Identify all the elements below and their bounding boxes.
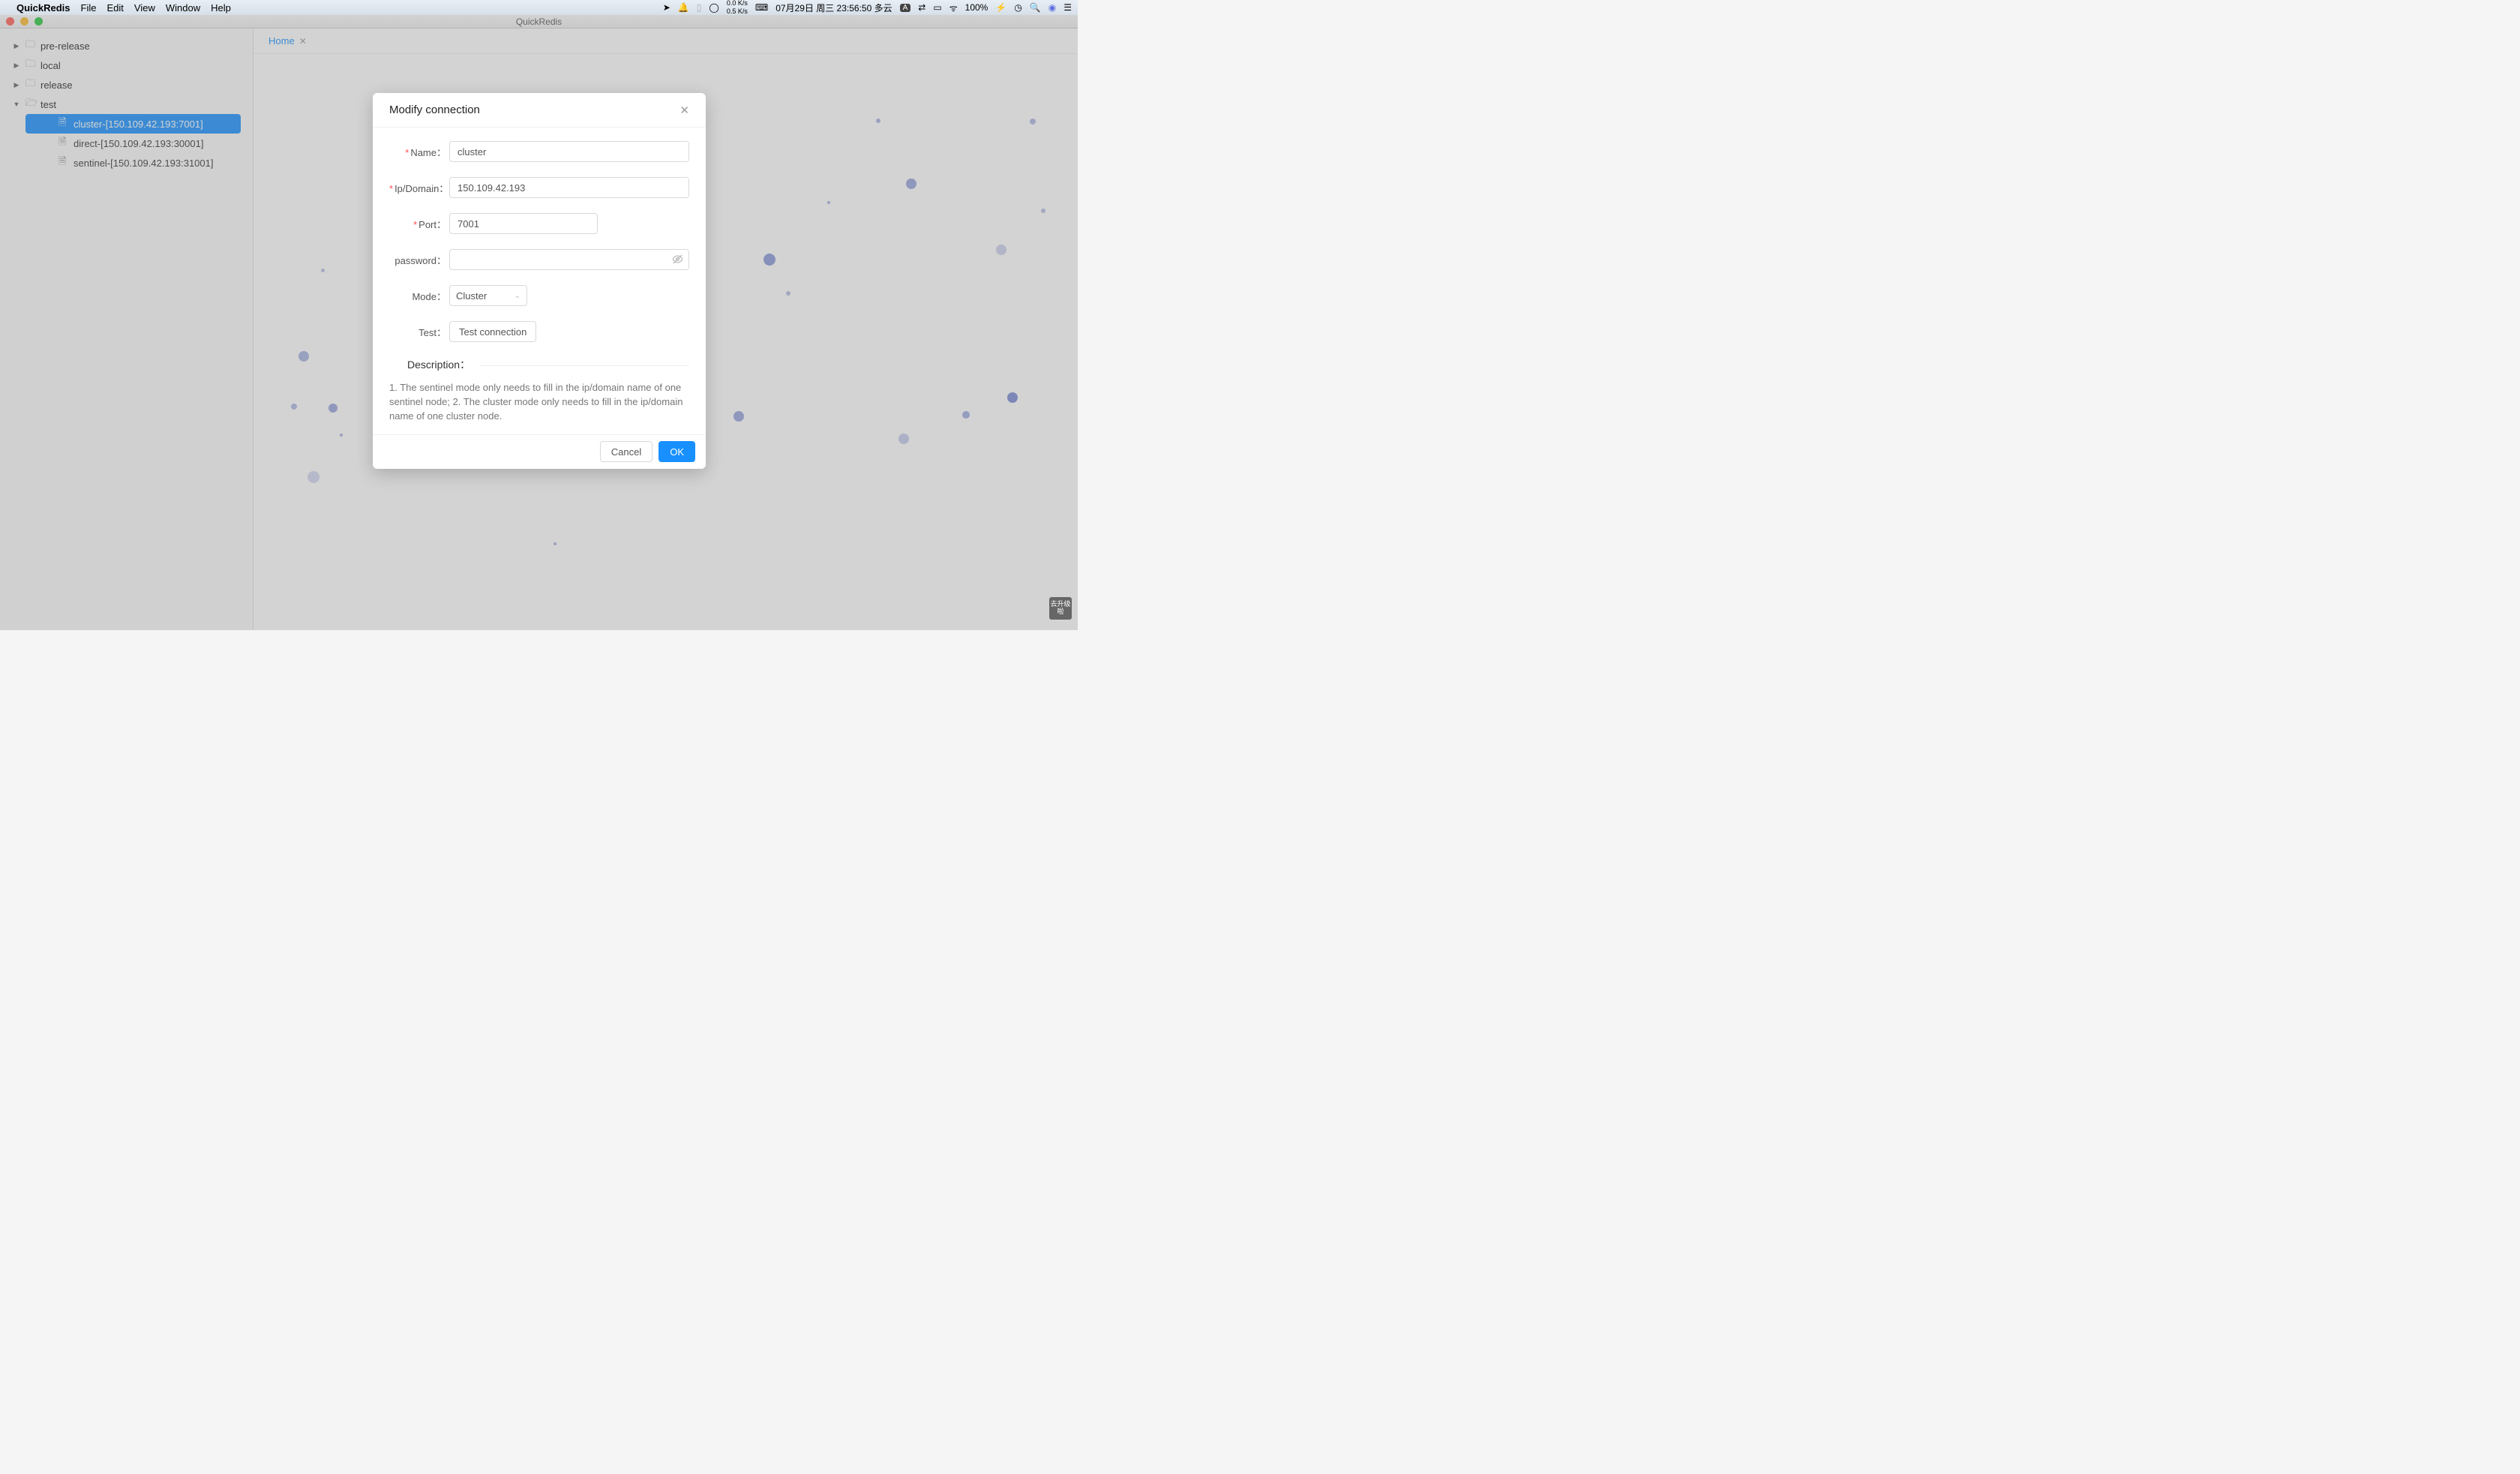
menu-view[interactable]: View bbox=[134, 2, 155, 14]
bluetooth-icon[interactable]: ⇄ bbox=[918, 2, 926, 13]
chevron-down-icon: ⌄ bbox=[514, 292, 520, 300]
bell-icon[interactable]: 🔔 bbox=[678, 2, 689, 13]
port-label: *Port： bbox=[389, 217, 449, 231]
eye-slash-icon[interactable] bbox=[672, 254, 683, 267]
test-label: Test： bbox=[389, 325, 449, 339]
file-icon: 🗎 bbox=[58, 155, 69, 171]
folder-open-icon: 🗁 bbox=[26, 96, 36, 113]
tray-icon-2[interactable]: ◯ bbox=[709, 2, 718, 13]
tab-home[interactable]: Home ✕ bbox=[264, 35, 311, 47]
folder-icon: 🗀 bbox=[26, 77, 36, 93]
password-input[interactable] bbox=[449, 249, 689, 270]
file-icon: 🗎 bbox=[58, 116, 69, 132]
menubar-app-name[interactable]: QuickRedis bbox=[16, 2, 70, 14]
tree-label: release bbox=[40, 80, 73, 91]
tree-node-test[interactable]: ▼ 🗁 test bbox=[12, 95, 241, 114]
menu-help[interactable]: Help bbox=[211, 2, 231, 14]
tabs-bar: Home ✕ bbox=[254, 29, 1078, 54]
window-chrome: QuickRedis bbox=[0, 15, 1078, 29]
net-up: 0.0 K/s bbox=[727, 0, 748, 7]
traffic-close[interactable] bbox=[6, 17, 14, 26]
tree-leaf-label: sentinel-[150.109.42.193:31001] bbox=[74, 158, 214, 169]
menu-file[interactable]: File bbox=[81, 2, 97, 14]
mode-label: Mode： bbox=[389, 289, 449, 303]
mode-select[interactable]: Cluster ⌄ bbox=[449, 285, 527, 306]
description-heading: Description： bbox=[407, 357, 689, 372]
battery-tray-icon[interactable]: ▭ bbox=[933, 2, 941, 13]
mode-value: Cluster bbox=[456, 290, 487, 302]
net-speed: 0.0 K/s 0.5 K/s bbox=[727, 0, 748, 15]
test-connection-button[interactable]: Test connection bbox=[449, 321, 536, 342]
folder-icon: 🗀 bbox=[26, 38, 36, 54]
net-down: 0.5 K/s bbox=[727, 8, 748, 15]
siri-icon[interactable]: ◉ bbox=[1048, 2, 1056, 13]
modal-close-icon[interactable]: ✕ bbox=[680, 104, 689, 117]
tree-label: local bbox=[40, 60, 61, 71]
caret-icon: ▶ bbox=[12, 81, 21, 89]
mac-menubar: QuickRedis File Edit View Window Help ➤ … bbox=[0, 0, 1078, 15]
sidebar: ▶ 🗀 pre-release ▶ 🗀 local ▶ 🗀 release ▼ … bbox=[0, 29, 254, 630]
modify-connection-modal: Modify connection ✕ *Name： *Ip/Domain： *… bbox=[373, 93, 706, 469]
tree-leaf-direct[interactable]: 🗎 direct-[150.109.42.193:30001] bbox=[36, 134, 241, 153]
tree-node-local[interactable]: ▶ 🗀 local bbox=[12, 56, 241, 75]
tree-leaf-sentinel[interactable]: 🗎 sentinel-[150.109.42.193:31001] bbox=[36, 153, 241, 173]
ip-input[interactable] bbox=[449, 177, 689, 198]
charging-icon: ⚡ bbox=[995, 2, 1006, 13]
password-label: password： bbox=[389, 253, 449, 267]
folder-icon: 🗀 bbox=[26, 57, 36, 74]
tree-leaf-label: direct-[150.109.42.193:30001] bbox=[74, 138, 203, 149]
tab-label: Home bbox=[268, 35, 295, 47]
caret-icon: ▶ bbox=[12, 42, 21, 50]
wifi-icon[interactable]: ᯤ bbox=[950, 2, 958, 14]
input-source-badge[interactable]: A bbox=[900, 4, 911, 12]
tab-close-icon[interactable]: ✕ bbox=[299, 36, 307, 47]
cancel-button[interactable]: Cancel bbox=[600, 441, 652, 462]
tree-label: test bbox=[40, 99, 56, 110]
tree-node-pre-release[interactable]: ▶ 🗀 pre-release bbox=[12, 36, 241, 56]
modal-title: Modify connection bbox=[389, 104, 480, 116]
tree-leaf-label: cluster-[150.109.42.193:7001] bbox=[74, 119, 203, 130]
name-label: *Name： bbox=[389, 145, 449, 159]
date-time[interactable]: 07月29日 周三 23:56:50 多云 bbox=[776, 2, 892, 14]
traffic-lights bbox=[6, 17, 43, 26]
connection-tree: ▶ 🗀 pre-release ▶ 🗀 local ▶ 🗀 release ▼ … bbox=[0, 36, 253, 173]
ok-button[interactable]: OK bbox=[658, 441, 695, 462]
file-icon: 🗎 bbox=[58, 135, 69, 152]
upgrade-badge[interactable]: 去升级啦 bbox=[1049, 597, 1072, 620]
caret-icon: ▶ bbox=[12, 62, 21, 70]
tray-icon-1[interactable]: ➤ bbox=[663, 2, 670, 13]
traffic-minimize[interactable] bbox=[20, 17, 28, 26]
search-icon[interactable]: 🔍 bbox=[1030, 2, 1041, 13]
clock-icon[interactable]: ◷ bbox=[1014, 2, 1022, 13]
battery-percent: 100% bbox=[965, 2, 988, 13]
window-title: QuickRedis bbox=[516, 17, 562, 27]
name-input[interactable] bbox=[449, 141, 689, 162]
control-center-icon[interactable]: ☰ bbox=[1064, 2, 1072, 13]
traffic-maximize[interactable] bbox=[34, 17, 43, 26]
menu-window[interactable]: Window bbox=[166, 2, 200, 14]
tree-node-release[interactable]: ▶ 🗀 release bbox=[12, 75, 241, 95]
ip-label: *Ip/Domain： bbox=[389, 181, 449, 195]
description-text: 1. The sentinel mode only needs to fill … bbox=[389, 381, 689, 431]
caret-down-icon: ▼ bbox=[12, 101, 21, 108]
tree-label: pre-release bbox=[40, 41, 90, 52]
battery-icon-small[interactable]: ▯ bbox=[697, 2, 702, 13]
keyboard-icon[interactable]: ⌨ bbox=[755, 2, 768, 13]
tree-leaf-cluster[interactable]: 🗎 cluster-[150.109.42.193:7001] bbox=[26, 114, 241, 134]
menu-edit[interactable]: Edit bbox=[106, 2, 123, 14]
port-input[interactable] bbox=[449, 213, 598, 234]
